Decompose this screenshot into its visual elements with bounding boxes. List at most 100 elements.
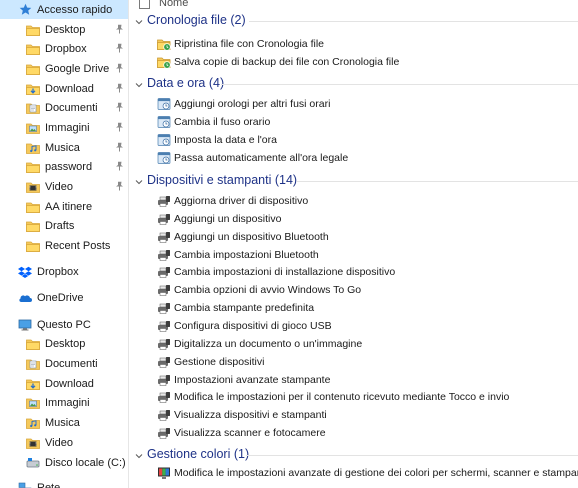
pictures-icon [26,122,40,134]
pin-icon[interactable] [115,83,124,93]
column-header-name[interactable]: Nome [159,0,188,9]
sidebar-item-label: Musica [45,141,80,154]
select-all-checkbox[interactable] [139,0,150,9]
devices-printers-icon [157,194,171,208]
chevron-down-icon[interactable] [135,451,143,459]
list-item-label: Cambia impostazioni di installazione dis… [174,266,396,278]
list-item[interactable]: Passa automaticamente all'ora legale [129,149,578,167]
sidebar-item-disco-locale-c[interactable]: Disco locale (C:) [0,453,128,472]
list-item[interactable]: Cambia il fuso orario [129,113,578,131]
folder-icon [26,63,40,75]
list-item[interactable]: Salva copie di backup dei file con Crono… [129,53,578,71]
list-item[interactable]: Modifica le impostazioni per il contenut… [129,388,578,406]
list-item[interactable]: Imposta la data e l'ora [129,131,578,149]
sidebar-item-drafts[interactable]: Drafts [0,216,128,235]
list-item-label: Passa automaticamente all'ora legale [174,152,349,164]
group-title: Cronologia file (2) [147,13,246,27]
list-item[interactable]: Cambia opzioni di avvio Windows To Go [129,281,578,299]
pin-icon[interactable] [115,181,124,191]
list-item[interactable]: Aggiorna driver di dispositivo [129,192,578,210]
navigation-pane: Accesso rapido Desktop Dropbox Google Drive… [0,0,129,488]
sidebar-item-dropbox[interactable]: Dropbox [0,39,128,58]
sidebar-item-musica[interactable]: Musica [0,138,128,157]
list-item-label: Impostazioni avanzate stampante [174,374,331,386]
list-item[interactable]: Gestione dispositivi [129,353,578,371]
sidebar-item-video[interactable]: Video [0,177,128,196]
group-header[interactable]: Cronologia file (2) [129,12,578,30]
sidebar-item-download[interactable]: Download [0,79,128,98]
list-item[interactable]: Digitalizza un documento o un'immagine [129,335,578,353]
sidebar-item-label: Documenti [45,357,98,370]
folder-icon [26,240,40,252]
pin-icon[interactable] [115,24,124,34]
list-item[interactable]: Modifica le impostazioni avanzate di ges… [129,464,578,482]
devices-printers-icon [157,301,171,315]
sidebar-item-desktop[interactable]: Desktop [0,20,128,39]
documents-icon [26,358,40,370]
sidebar-item-desktop[interactable]: Desktop [0,334,128,353]
list-item[interactable]: Visualizza scanner e fotocamere [129,424,578,442]
music-icon [26,417,40,429]
chevron-down-icon[interactable] [135,177,143,185]
list-item-label: Imposta la data e l'ora [174,134,277,146]
sidebar-item-dropbox[interactable]: Dropbox [0,262,128,281]
clock-icon [157,133,171,147]
pin-icon[interactable] [115,43,124,53]
sidebar-item-accesso-rapido[interactable]: Accesso rapido [0,0,128,19]
sidebar-item-onedrive[interactable]: OneDrive [0,288,128,307]
folder-icon [26,220,40,232]
devices-printers-icon [157,230,171,244]
list-item[interactable]: Configura dispositivi di gioco USB [129,317,578,335]
list-item-label: Salva copie di backup dei file con Crono… [174,56,400,68]
devices-printers-icon [157,212,171,226]
sidebar-item-google-drive[interactable]: Google Drive [0,59,128,78]
video-icon [26,437,40,449]
list-item[interactable]: Impostazioni avanzate stampante [129,371,578,389]
folder-icon [26,43,40,55]
folder-icon [26,201,40,213]
list-item[interactable]: Aggiungi un dispositivo [129,210,578,228]
devices-printers-icon [157,319,171,333]
list-item[interactable]: Cambia stampante predefinita [129,299,578,317]
sidebar-item-download[interactable]: Download [0,374,128,393]
sidebar-item-musica[interactable]: Musica [0,413,128,432]
pin-icon[interactable] [115,102,124,112]
list-item[interactable]: Cambia impostazioni Bluetooth [129,246,578,264]
pin-icon[interactable] [115,161,124,171]
group-header[interactable]: Gestione colori (1) [129,446,578,464]
pin-icon[interactable] [115,63,124,73]
list-item[interactable]: Visualizza dispositivi e stampanti [129,406,578,424]
sidebar-item-rete[interactable]: Rete [0,478,128,488]
sidebar-item-documenti[interactable]: Documenti [0,98,128,117]
sidebar-item-aa-itinere[interactable]: AA itinere [0,197,128,216]
list-item[interactable]: Cambia impostazioni di installazione dis… [129,263,578,281]
list-item[interactable]: Aggiungi un dispositivo Bluetooth [129,228,578,246]
sidebar-item-password[interactable]: password [0,157,128,176]
devices-printers-icon [157,337,171,351]
folder-icon [26,161,40,173]
chevron-down-icon[interactable] [135,17,143,25]
sidebar-item-label: Dropbox [37,265,79,278]
sidebar-item-immagini[interactable]: Immagini [0,118,128,137]
sidebar-item-questo-pc[interactable]: Questo PC [0,315,128,334]
sidebar-item-label: Video [45,436,73,449]
sidebar-item-label: Desktop [45,23,86,36]
group-divider [249,21,578,22]
chevron-down-icon[interactable] [135,80,143,88]
sidebar-item-recent-posts[interactable]: Recent Posts [0,236,128,255]
onedrive-icon [18,292,32,304]
sidebar-item-documenti[interactable]: Documenti [0,354,128,373]
group-header[interactable]: Data e ora (4) [129,75,578,93]
group-header[interactable]: Dispositivi e stampanti (14) [129,172,578,190]
sidebar-item-immagini[interactable]: Immagini [0,393,128,412]
sidebar-item-video[interactable]: Video [0,433,128,452]
pin-icon[interactable] [115,142,124,152]
list-item[interactable]: Aggiungi orologi per altri fusi orari [129,95,578,113]
list-item-label: Aggiorna driver di dispositivo [174,195,309,207]
pin-icon[interactable] [115,122,124,132]
folder-icon [26,338,40,350]
sidebar-item-label: Immagini [45,121,90,134]
sidebar-item-label: Dropbox [45,42,87,55]
list-item-label: Cambia il fuso orario [174,116,271,128]
list-item[interactable]: Ripristina file con Cronologia file [129,35,578,53]
